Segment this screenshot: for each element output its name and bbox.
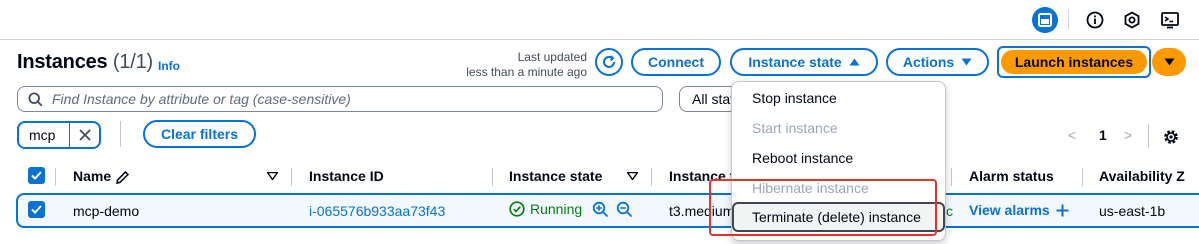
zoom-in-icon[interactable] <box>592 201 609 218</box>
remove-token-button[interactable] <box>70 129 99 141</box>
launch-instances-button[interactable]: Launch instances <box>997 46 1151 78</box>
table-settings-button[interactable] <box>1162 128 1180 151</box>
filter-token-label: mcp <box>29 127 56 143</box>
connect-label: Connect <box>648 54 704 70</box>
row-checkbox[interactable] <box>28 201 45 218</box>
actions-label: Actions <box>902 54 955 70</box>
divider <box>1082 168 1083 186</box>
refresh-icon <box>603 55 615 68</box>
refresh-button[interactable] <box>595 48 623 76</box>
view-alarms-link[interactable]: View alarms <box>969 202 1069 218</box>
instance-count: (1/1) <box>112 51 153 73</box>
menu-item-start-instance: Start instance <box>752 120 838 136</box>
menu-item-reboot-instance[interactable]: Reboot instance <box>752 150 853 166</box>
annotation-highlight-box <box>709 179 937 236</box>
status-check-cell: c <box>946 203 953 219</box>
launch-dropdown-button[interactable] <box>1152 48 1186 76</box>
gear-icon <box>1164 130 1178 144</box>
availability-zone: us-east-1b <box>1099 203 1166 219</box>
pencil-icon <box>116 170 130 184</box>
caret-down-icon <box>1164 58 1174 66</box>
select-all-checkbox[interactable] <box>28 167 45 184</box>
divider <box>651 168 652 186</box>
sort-down-icon[interactable] <box>627 172 638 180</box>
top-navigation-bar <box>0 0 1199 40</box>
last-updated-value: less than a minute ago <box>466 65 587 79</box>
divider <box>291 168 292 186</box>
divider <box>1068 9 1069 29</box>
column-header-name[interactable]: Name <box>73 168 111 184</box>
instance-name: mcp-demo <box>73 203 140 219</box>
last-updated-label: Last updated <box>517 50 587 64</box>
next-page-button[interactable]: > <box>1124 127 1132 143</box>
page-title-text: Instances <box>17 51 108 73</box>
state-filter-select[interactable]: All states <box>679 86 739 112</box>
info-circle-icon[interactable] <box>1082 7 1108 33</box>
launch-instances-label: Launch instances <box>1001 50 1147 74</box>
settings-hex-icon[interactable] <box>1119 7 1145 33</box>
success-check-icon <box>509 201 525 217</box>
check-icon <box>31 205 42 214</box>
caret-up-icon <box>849 58 860 66</box>
search-icon <box>28 91 43 106</box>
page-title: Instances (1/1) <box>17 51 153 74</box>
check-icon <box>31 171 42 180</box>
divider <box>951 168 952 186</box>
previous-page-button[interactable]: < <box>1068 127 1076 143</box>
page-number[interactable]: 1 <box>1099 127 1107 143</box>
add-icon <box>1056 204 1069 216</box>
column-header-instance-state[interactable]: Instance state <box>509 168 602 184</box>
last-updated: Last updated less than a minute ago <box>427 50 587 80</box>
search-input[interactable]: Find Instance by attribute or tag (case-… <box>17 86 663 112</box>
instance-state-button[interactable]: Instance state <box>730 48 878 76</box>
divider <box>1148 124 1149 148</box>
actions-button[interactable]: Actions <box>886 48 989 76</box>
zoom-out-icon[interactable] <box>616 201 633 218</box>
divider <box>492 168 493 186</box>
connect-button[interactable]: Connect <box>631 48 721 76</box>
divider <box>120 121 121 147</box>
caret-down-icon <box>961 58 972 66</box>
filter-token: mcp <box>17 121 101 149</box>
menu-item-stop-instance[interactable]: Stop instance <box>752 90 837 106</box>
sort-down-icon[interactable] <box>267 172 278 180</box>
clear-filters-button[interactable]: Clear filters <box>143 120 256 148</box>
table-header: Name Instance ID Instance state Instance… <box>0 160 1199 192</box>
view-alarms-label: View alarms <box>969 202 1050 218</box>
instance-state-label: Instance state <box>748 54 842 70</box>
search-placeholder: Find Instance by attribute or tag (case-… <box>52 91 351 107</box>
instance-state-cell: Running <box>509 201 582 217</box>
close-icon <box>78 129 91 141</box>
column-header-alarm-status[interactable]: Alarm status <box>969 168 1054 184</box>
panel-icon[interactable] <box>1032 7 1058 33</box>
instance-id-link[interactable]: i-065576b933aa73f43 <box>309 203 445 219</box>
instance-state-text: Running <box>530 201 583 217</box>
cloudshell-icon[interactable] <box>1157 7 1183 33</box>
info-link[interactable]: Info <box>158 59 180 73</box>
divider <box>55 168 56 186</box>
column-header-availability-zone[interactable]: Availability Z <box>1099 168 1185 184</box>
column-header-instance-id[interactable]: Instance ID <box>309 168 384 184</box>
